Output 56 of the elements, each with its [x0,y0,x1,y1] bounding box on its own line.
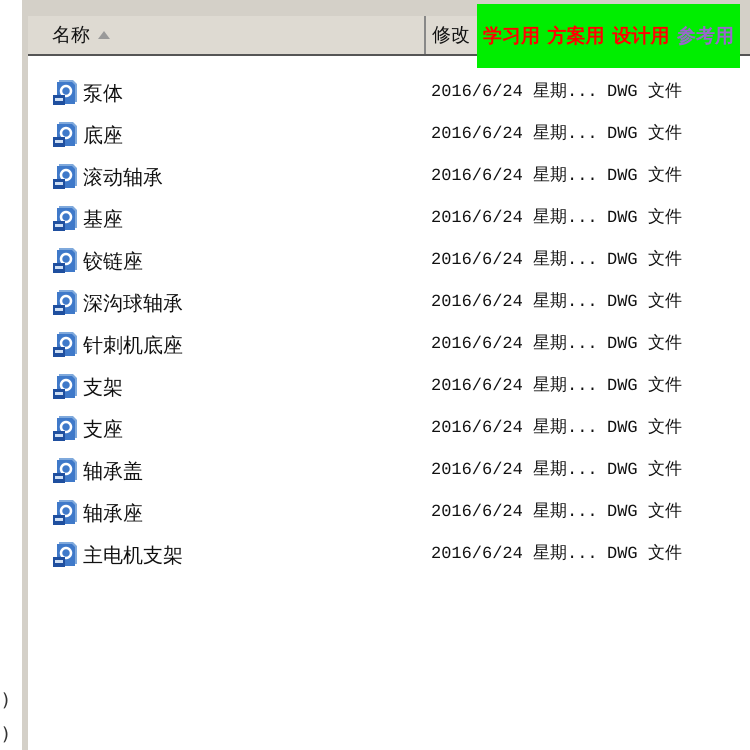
drawing-file-icon [53,458,77,484]
modified-date: 2016/6/24 星期... [431,375,599,398]
file-name[interactable]: 针刺机底座 [83,330,431,360]
file-type: DWG 文件 [607,501,682,524]
file-type: DWG 文件 [607,81,682,104]
file-name[interactable]: 泵体 [83,78,431,108]
drawing-file-icon [53,416,77,442]
modified-date: 2016/6/24 星期... [431,501,599,524]
file-type: DWG 文件 [607,333,682,356]
sidebar-item-text: ) [1,724,10,746]
file-type: DWG 文件 [607,375,682,398]
file-name[interactable]: 底座 [83,120,431,150]
file-name[interactable]: 主电机支架 [83,540,431,570]
modified-date: 2016/6/24 星期... [431,291,599,314]
file-type: DWG 文件 [607,543,682,566]
file-name[interactable]: 轴承盖 [83,456,431,486]
file-type: DWG 文件 [607,417,682,440]
file-type: DWG 文件 [607,123,682,146]
modified-date: 2016/6/24 星期... [431,207,599,230]
drawing-file-icon [53,122,77,148]
drawing-file-icon [53,290,77,316]
drawing-file-icon [53,164,77,190]
drawing-file-icon [53,542,77,568]
drawing-file-icon [53,500,77,526]
drawing-file-icon [53,332,77,358]
file-name[interactable]: 铰链座 [83,246,431,276]
drawing-file-icon [53,206,77,232]
modified-date: 2016/6/24 星期... [431,165,599,188]
file-name[interactable]: 滚动轴承 [83,162,431,192]
file-type: DWG 文件 [607,207,682,230]
modified-date: 2016/6/24 星期... [431,543,599,566]
file-name[interactable]: 支座 [83,414,431,444]
drawing-file-icon [53,248,77,274]
file-name[interactable]: 支架 [83,372,431,402]
banner-text: 学习用 [482,24,540,49]
file-name[interactable]: 轴承座 [83,498,431,528]
column-header[interactable]: 名称 [28,16,426,54]
file-type: DWG 文件 [607,165,682,188]
file-name[interactable]: 深沟球轴承 [83,288,431,318]
modified-date: 2016/6/24 星期... [431,81,599,104]
sidebar-item-text: ) [1,690,10,712]
drawing-file-icon [53,374,77,400]
modified-date: 2016/6/24 星期... [431,459,599,482]
modified-date: 2016/6/24 星期... [431,333,599,356]
file-type: DWG 文件 [607,249,682,272]
column-header[interactable]: 修改 [426,16,478,54]
file-type: DWG 文件 [607,459,682,482]
file-name[interactable]: 基座 [83,204,431,234]
modified-date: 2016/6/24 星期... [431,123,599,146]
banner-text: 参考用 [677,24,734,49]
banner-text: 设计用 [612,24,670,49]
file-type: DWG 文件 [607,291,682,314]
banner-text: 方案用 [548,24,605,49]
drawing-file-icon [53,80,77,106]
modified-date: 2016/6/24 星期... [431,417,599,440]
modified-date: 2016/6/24 星期... [431,249,599,272]
